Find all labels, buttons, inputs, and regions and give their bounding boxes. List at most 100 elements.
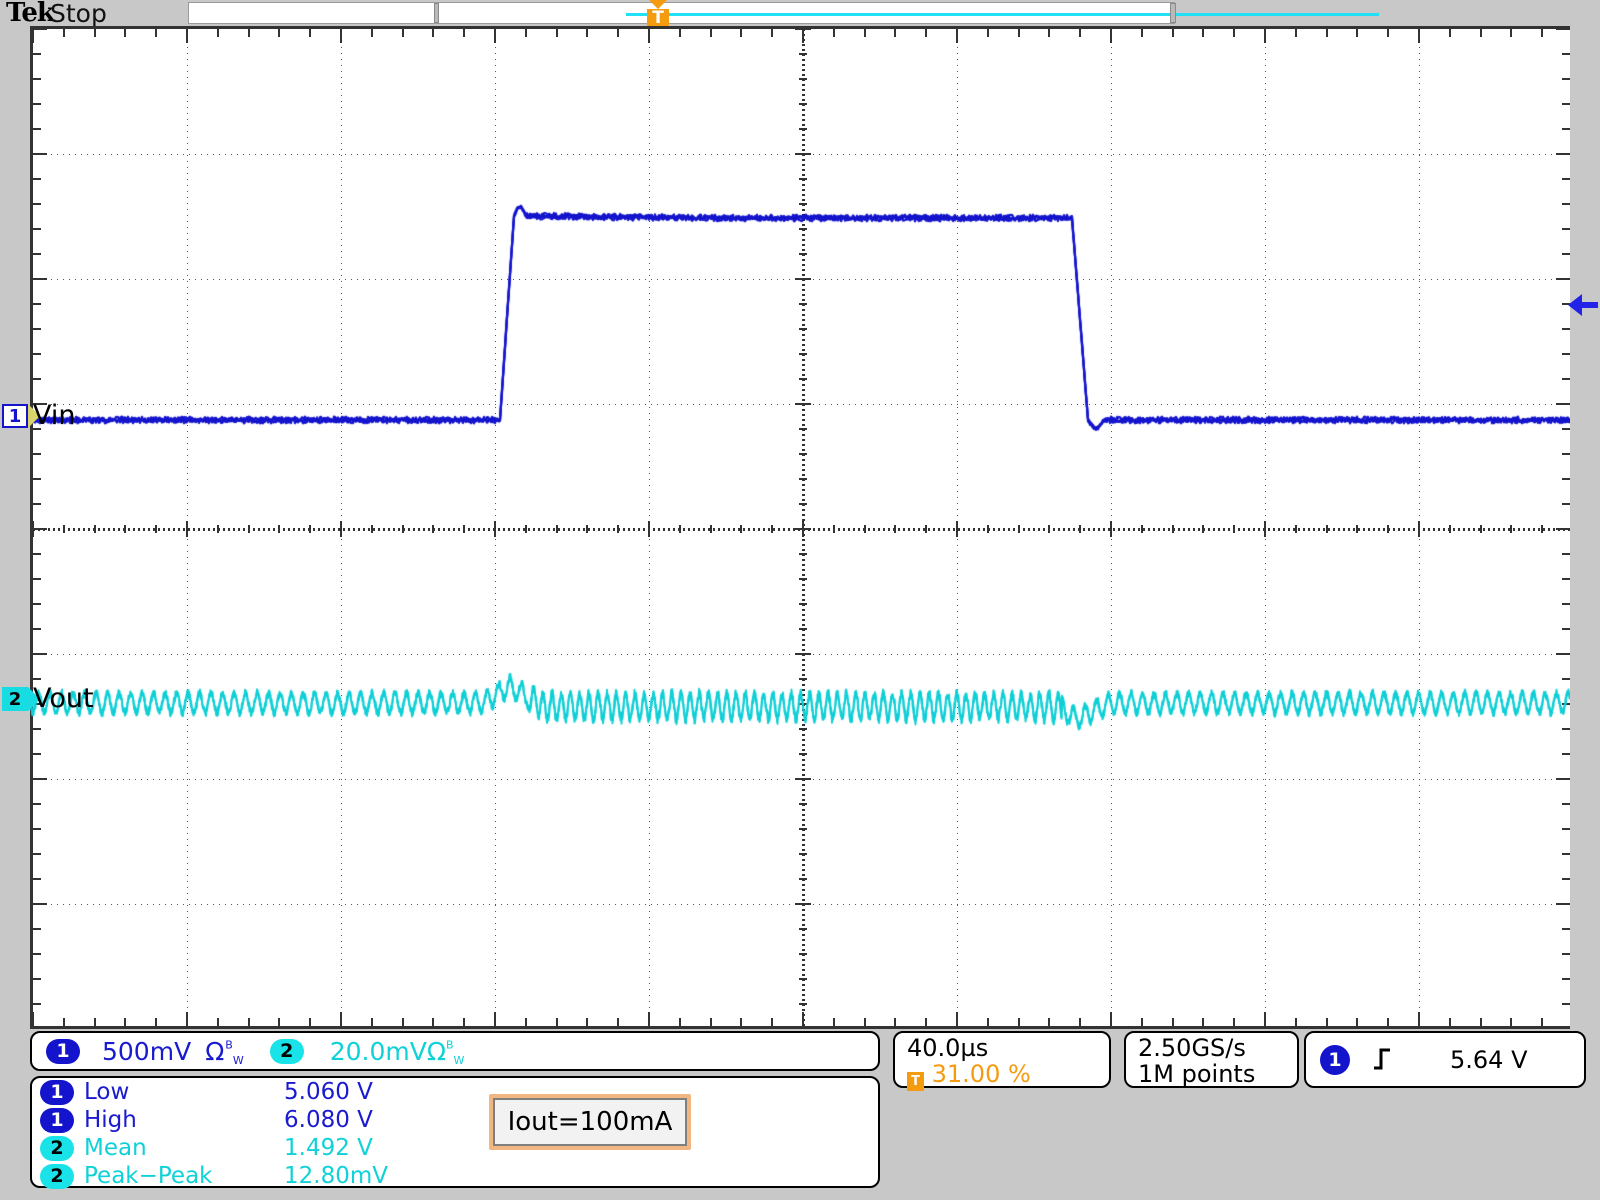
ch2-volts-per-div[interactable]: 20.0mV xyxy=(330,1037,427,1066)
timebase-position-row[interactable]: T 31.00 % xyxy=(895,1061,1109,1091)
graticule-minor-tick xyxy=(864,525,866,533)
graticule-minor-tick xyxy=(525,525,527,533)
graticule-edge-tick xyxy=(124,1018,126,1026)
record-length[interactable]: 1M points xyxy=(1126,1061,1297,1087)
graticule-minor-tick xyxy=(1141,525,1143,533)
graticule-edge-tick xyxy=(432,1018,434,1026)
graticule-minor-tick xyxy=(795,778,811,780)
vertical-settings-panel[interactable]: 1 500mV Ω BW 2 20.0mV Ω BW xyxy=(30,1031,880,1071)
measurement-readout-panel[interactable]: 1 Low 5.060 V 1 High 6.080 V 2 Mean 1.49… xyxy=(30,1076,880,1188)
trigger-level-value[interactable]: 5.64 V xyxy=(1450,1046,1527,1074)
graticule-edge-tick xyxy=(1387,1018,1389,1026)
graticule-minor-tick xyxy=(799,103,807,105)
trigger-source-badge[interactable]: 1 xyxy=(1320,1045,1350,1075)
graticule-edge-tick xyxy=(1562,178,1570,180)
timebase-scale[interactable]: 40.0µs xyxy=(895,1033,1109,1061)
trigger-slope-rising-edge-icon[interactable] xyxy=(1372,1044,1392,1076)
graticule-edge-tick xyxy=(740,29,742,37)
zoom-region-indicator[interactable] xyxy=(626,13,1379,16)
graticule-edge-tick xyxy=(586,29,588,37)
graticule-edge-tick xyxy=(1079,1018,1081,1026)
iout-annotation-box[interactable]: Iout=100mA xyxy=(493,1098,687,1146)
graticule-edge-tick xyxy=(679,1018,681,1026)
graticule-edge-tick xyxy=(33,203,41,205)
sample-rate[interactable]: 2.50GS/s xyxy=(1126,1033,1297,1061)
trigger-panel[interactable]: 1 5.64 V xyxy=(1304,1031,1586,1088)
waveform-graticule[interactable] xyxy=(30,26,1570,1026)
graticule-edge-tick xyxy=(771,1018,773,1026)
measurement-channel-badge: 1 xyxy=(40,1108,74,1133)
graticule-edge-tick xyxy=(1556,528,1570,530)
graticule-edge-tick xyxy=(1562,753,1570,755)
graticule-edge-tick xyxy=(340,29,342,43)
graticule-minor-tick xyxy=(799,78,807,80)
graticule-edge-tick xyxy=(33,378,41,380)
graticule-edge-tick xyxy=(1562,828,1570,830)
graticule-minor-tick xyxy=(795,403,811,405)
graticule-edge-tick xyxy=(525,1018,527,1026)
graticule-edge-tick xyxy=(1449,29,1451,37)
graticule-edge-tick xyxy=(1141,29,1143,37)
graticule-edge-tick xyxy=(710,29,712,37)
graticule-minor-tick xyxy=(799,803,807,805)
measurement-row[interactable]: 1 High 6.080 V xyxy=(32,1106,878,1134)
graticule-edge-tick xyxy=(186,1012,188,1026)
graticule-edge-tick xyxy=(956,29,958,43)
graticule-minor-tick xyxy=(799,953,807,955)
graticule-edge-tick xyxy=(124,29,126,37)
record-overview-bar[interactable] xyxy=(188,2,1175,24)
ch1-bandwidth-sub-icon: W xyxy=(233,1054,244,1067)
graticule-edge-tick xyxy=(33,928,41,930)
acquisition-panel[interactable]: 2.50GS/s 1M points xyxy=(1124,1031,1299,1088)
measurement-value: 1.492 V xyxy=(284,1135,373,1161)
ch1-volts-per-div[interactable]: 500mV xyxy=(102,1037,191,1066)
graticule-edge-tick xyxy=(1018,1018,1020,1026)
graticule-edge-tick xyxy=(710,1018,712,1026)
graticule-minor-tick xyxy=(1295,525,1297,533)
graticule-minor-tick xyxy=(1480,525,1482,533)
graticule-edge-tick xyxy=(33,653,47,655)
graticule-minor-tick xyxy=(799,178,807,180)
graticule-minor-tick xyxy=(799,703,807,705)
graticule-minor-tick xyxy=(833,525,835,533)
graticule-minor-tick xyxy=(1356,525,1358,533)
trigger-level-arrow-icon[interactable] xyxy=(1568,294,1598,316)
graticule-edge-tick xyxy=(33,528,47,530)
graticule-edge-tick xyxy=(33,953,41,955)
vertical-ch2-badge[interactable]: 2 xyxy=(270,1039,304,1064)
graticule-edge-tick xyxy=(802,29,804,43)
graticule-edge-tick xyxy=(33,878,41,880)
graticule-edge-tick xyxy=(679,29,681,37)
graticule-edge-tick xyxy=(33,228,41,230)
graticule-minor-tick xyxy=(799,453,807,455)
timebase-panel[interactable]: 40.0µs T 31.00 % xyxy=(893,1031,1111,1088)
graticule-minor-tick xyxy=(799,853,807,855)
graticule-edge-tick xyxy=(1562,553,1570,555)
graticule-minor-tick xyxy=(799,303,807,305)
graticule-edge-tick xyxy=(1233,1018,1235,1026)
graticule-edge-tick xyxy=(1510,1018,1512,1026)
graticule-edge-tick xyxy=(494,1012,496,1026)
graticule-minor-tick xyxy=(799,203,807,205)
graticule-minor-tick xyxy=(710,525,712,533)
measurement-row[interactable]: 2 Mean 1.492 V xyxy=(32,1134,878,1162)
graticule-edge-tick xyxy=(1141,1018,1143,1026)
graticule-minor-tick xyxy=(1233,525,1235,533)
graticule-edge-tick xyxy=(1562,728,1570,730)
zoom-handle-left[interactable] xyxy=(434,3,439,23)
graticule-edge-tick xyxy=(402,29,404,37)
zoom-handle-right[interactable] xyxy=(1170,3,1176,23)
vertical-ch1-badge[interactable]: 1 xyxy=(46,1039,80,1064)
graticule-edge-tick xyxy=(309,29,311,37)
trigger-position-badge-icon: T xyxy=(907,1072,924,1091)
measurement-row[interactable]: 2 Peak−Peak 12.80mV xyxy=(32,1162,878,1190)
graticule-edge-tick xyxy=(1562,253,1570,255)
graticule-edge-tick xyxy=(94,29,96,37)
measurement-row[interactable]: 1 Low 5.060 V xyxy=(32,1078,878,1106)
graticule-edge-tick xyxy=(33,553,41,555)
graticule-minor-tick xyxy=(309,525,311,533)
graticule-minor-tick xyxy=(799,553,807,555)
graticule-edge-tick xyxy=(1562,803,1570,805)
graticule-edge-tick xyxy=(1556,778,1570,780)
trigger-position-marker-overview[interactable]: T xyxy=(645,0,671,29)
